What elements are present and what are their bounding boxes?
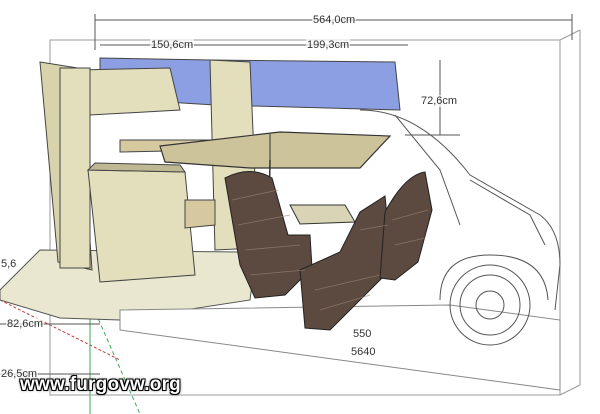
sketchup-viewport: 564,0cm 150,6cm 199,3cm 72,6cm 5,6 82,6c… [0, 0, 600, 414]
watermark: www.furgovw.org [20, 374, 181, 395]
dining-table [289, 204, 356, 225]
upper-cabinet-left [77, 67, 181, 116]
dim-left-depth: 82,6cm [6, 318, 45, 330]
tall-panel-left [59, 67, 91, 269]
dim-total-length: 564,0cm [312, 14, 357, 26]
seat-right [379, 171, 433, 281]
dim-bottom-a: 550 [352, 328, 373, 340]
table-top [159, 131, 392, 169]
dim-left-side: 5,6 [0, 258, 18, 270]
shelf-low [184, 199, 216, 229]
dim-bottom-b: 5640 [350, 346, 377, 358]
dim-upper-right: 199,3cm [306, 39, 351, 51]
lower-cabinet [87, 169, 196, 283]
dim-upper-left: 150,6cm [150, 39, 195, 51]
van-layout-drawing [0, 14, 581, 414]
lower-cabinet-top [86, 162, 186, 173]
dim-height-right: 72,6cm [420, 95, 459, 107]
